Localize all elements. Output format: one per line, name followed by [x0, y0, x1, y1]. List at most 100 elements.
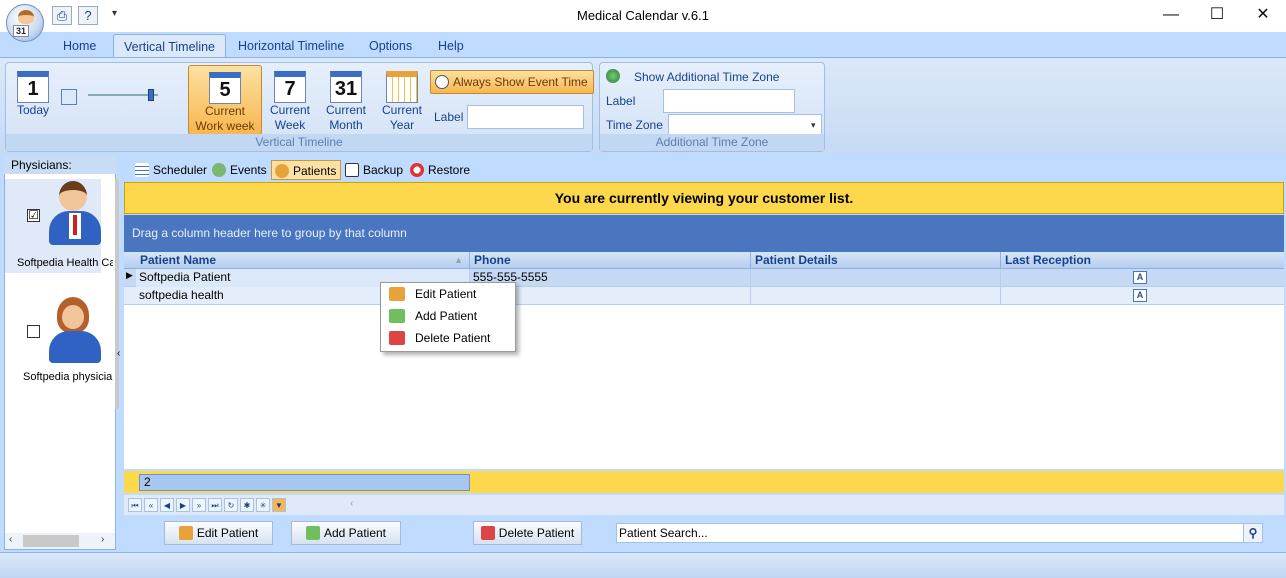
physician-name-1[interactable]: Softpedia Health Ca — [17, 257, 113, 269]
nav-filter-icon[interactable]: ▼ — [272, 498, 286, 512]
ribbon-tab-bar: Home Vertical Timeline Horizontal Timeli… — [0, 32, 1286, 58]
table-row[interactable]: ▶ Softpedia Patient 555-555-5555 A — [124, 269, 1284, 287]
col-phone[interactable]: Phone — [470, 252, 751, 269]
scroll-right-icon[interactable]: › — [101, 534, 104, 545]
physician-checkbox-2[interactable] — [27, 325, 40, 338]
tab-home[interactable]: Home — [53, 34, 106, 58]
month-label-2: Month — [329, 118, 363, 132]
grid-icon — [135, 163, 149, 177]
help-icon[interactable]: ? — [78, 6, 98, 25]
menu-item-edit-patient[interactable]: Edit Patient — [383, 283, 513, 305]
current-year-button[interactable]: Current Year — [378, 65, 426, 135]
collapse-panel-icon[interactable]: ‹ — [117, 348, 120, 359]
tab-events-label: Events — [230, 163, 267, 177]
scroll-left-icon[interactable]: ‹ — [9, 534, 12, 545]
app-menu-button[interactable]: 31 — [6, 4, 44, 42]
cell-last-reception[interactable]: A — [1001, 269, 1284, 287]
nav-prev-icon[interactable]: ◀ — [160, 498, 174, 512]
week-label-2: Week — [274, 118, 306, 132]
work-week-label-1: Current — [204, 104, 245, 118]
tz-label-input[interactable] — [663, 89, 795, 113]
binoculars-icon[interactable]: ⚲ — [1243, 523, 1263, 543]
col-last-reception[interactable]: Last Reception — [1001, 252, 1284, 269]
physicians-vscrollbar[interactable] — [115, 179, 119, 409]
print-icon[interactable]: ⎙ — [52, 6, 72, 25]
edit-patient-button[interactable]: Edit Patient — [164, 521, 273, 545]
cell-last-reception[interactable]: A — [1001, 287, 1284, 305]
calendar-year-icon — [386, 71, 418, 103]
zoom-slider[interactable] — [88, 89, 158, 101]
chevron-down-icon[interactable]: ▾ — [811, 120, 816, 131]
col-patient-name[interactable]: Patient Name ▲ — [136, 252, 470, 269]
current-month-button[interactable]: 31 Current Month — [322, 65, 370, 135]
grid-navigator: ⏮ « ◀ ▶ » ⏭ ↻ ✱ ✳ ▼ ‹ — [124, 495, 1284, 515]
today-label: Today — [16, 103, 50, 117]
nav-last-icon[interactable]: ⏭ — [208, 498, 222, 512]
maximize-button[interactable]: ☐ — [1194, 0, 1240, 30]
tab-help[interactable]: Help — [428, 34, 474, 58]
delete-patient-button[interactable]: Delete Patient — [473, 521, 582, 545]
current-week-button[interactable]: 7 Current Week — [266, 65, 314, 135]
table-row[interactable]: softpedia health A — [124, 287, 1284, 305]
tab-scheduler-label: Scheduler — [153, 163, 208, 177]
physician-checkbox-1[interactable]: ☑ — [27, 209, 40, 222]
vertical-timeline-caption: Vertical Timeline — [6, 134, 592, 151]
patient-search-input[interactable]: Patient Search... — [616, 523, 1262, 543]
col-patient-details[interactable]: Patient Details — [751, 252, 1001, 269]
show-additional-tz-toggle[interactable]: Show Additional Time Zone — [634, 70, 779, 84]
hscroll-left-icon[interactable]: ‹ — [350, 498, 353, 509]
nav-refresh-icon[interactable]: ↻ — [224, 498, 238, 512]
menu-item-delete-patient[interactable]: Delete Patient — [383, 327, 513, 349]
scroll-thumb[interactable] — [23, 535, 79, 547]
tab-scheduler[interactable]: Scheduler — [132, 160, 211, 180]
tab-restore[interactable]: Restore — [407, 160, 474, 180]
sort-asc-icon: ▲ — [454, 255, 463, 265]
today-button[interactable]: 1 Today — [10, 65, 56, 135]
nav-insert-icon[interactable]: ✱ — [240, 498, 254, 512]
tab-patients[interactable]: Patients — [271, 160, 342, 180]
delete-patient-icon — [480, 526, 495, 540]
additional-time-zone-group: Show Additional Time Zone Label Time Zon… — [599, 62, 825, 152]
nav-prev-page-icon[interactable]: « — [144, 498, 158, 512]
nav-next-icon[interactable]: ▶ — [176, 498, 190, 512]
always-show-event-time-toggle[interactable]: Always Show Event Time — [430, 70, 594, 94]
status-bar — [0, 552, 1286, 578]
grid-footer: 2 — [124, 471, 1284, 493]
label-input[interactable] — [467, 105, 584, 129]
tab-vertical-timeline[interactable]: Vertical Timeline — [113, 34, 227, 58]
group-by-area[interactable]: Drag a column header here to group by th… — [124, 215, 1284, 252]
quick-access-dropdown-icon[interactable]: ▾ — [112, 8, 117, 19]
tab-horizontal-timeline[interactable]: Horizontal Timeline — [228, 34, 354, 58]
nav-append-icon[interactable]: ✳ — [256, 498, 270, 512]
current-work-week-button[interactable]: 5 Current Work week — [188, 65, 262, 135]
calendar-week-icon: 7 — [274, 71, 306, 103]
tab-events[interactable]: Events — [209, 160, 271, 180]
tab-restore-label: Restore — [428, 163, 471, 177]
zoom-slider-thumb[interactable] — [148, 89, 154, 101]
nav-first-icon[interactable]: ⏮ — [128, 498, 142, 512]
customer-list-banner: You are currently viewing your customer … — [124, 182, 1284, 214]
physician-name-2[interactable]: Softpedia physicia — [23, 371, 117, 383]
edit-reception-icon[interactable]: A — [1133, 271, 1147, 284]
row-indicator-icon: ▶ — [126, 270, 133, 280]
tab-options[interactable]: Options — [359, 34, 422, 58]
cell-details[interactable] — [751, 269, 1001, 287]
cell-details[interactable] — [751, 287, 1001, 305]
label-caption: Label — [434, 110, 464, 124]
physicians-hscrollbar[interactable]: ‹ › — [5, 533, 115, 549]
minimize-button[interactable]: — — [1148, 0, 1194, 30]
menu-edit-label: Edit Patient — [415, 287, 477, 301]
tab-patients-label: Patients — [293, 164, 337, 178]
always-show-label: Always Show Event Time — [453, 75, 588, 89]
close-button[interactable]: ✕ — [1240, 0, 1286, 30]
add-patient-button[interactable]: Add Patient — [291, 521, 401, 545]
tab-backup[interactable]: Backup — [342, 160, 407, 180]
content-tab-bar: Scheduler Events Patients Backup Restore — [124, 158, 1284, 180]
title-bar: Medical Calendar v.6.1 ⎙ ? ▾ — ☐ ✕ — [0, 0, 1286, 32]
menu-item-add-patient[interactable]: Add Patient — [383, 305, 513, 327]
edit-reception-icon[interactable]: A — [1133, 289, 1147, 302]
nav-next-page-icon[interactable]: » — [192, 498, 206, 512]
row-count: 2 — [139, 474, 470, 491]
doctor-avatar-icon — [45, 179, 105, 251]
calendar-day-icon: 1 — [17, 71, 49, 103]
